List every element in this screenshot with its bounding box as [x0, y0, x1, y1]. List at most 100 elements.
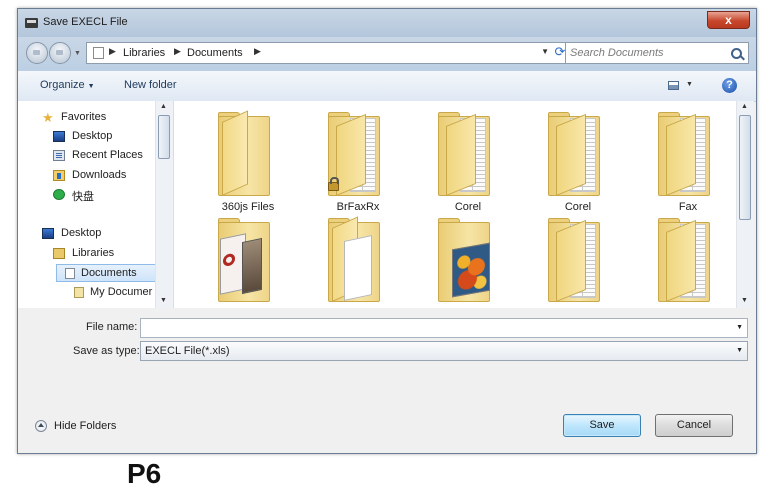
save-dialog: Save EXECL File x ▼ ▶ Libraries ▶ Docume…: [17, 8, 757, 454]
downloads-icon: [53, 170, 65, 181]
nav-item-recent-places[interactable]: Recent Places: [18, 147, 158, 165]
desktop-icon: [42, 228, 54, 239]
file-name: Corel: [454, 201, 482, 213]
forward-button[interactable]: [49, 42, 71, 64]
app-icon: [25, 18, 38, 28]
file-tile[interactable]: 360js Files: [200, 107, 296, 213]
file-tile[interactable]: Corel: [530, 107, 626, 213]
scroll-up-icon[interactable]: ▲: [160, 103, 167, 110]
file-tile[interactable]: [530, 213, 626, 308]
nav-label: My Documer: [90, 286, 153, 298]
chevron-right-icon[interactable]: ▶: [109, 46, 116, 57]
recent-pages-dropdown[interactable]: ▼: [74, 50, 81, 57]
file-tile[interactable]: BrFaxRx: [310, 107, 406, 213]
folder-with-documents-icon: [328, 216, 384, 302]
hide-folders-label: Hide Folders: [54, 420, 117, 432]
window-title: Save EXECL File: [43, 16, 128, 28]
nav-label: Desktop: [61, 227, 102, 239]
lock-icon: [328, 177, 339, 191]
file-tile[interactable]: Fax: [640, 107, 736, 213]
breadcrumb[interactable]: ▶ Libraries ▶ Documents ▶ ▼ ⟳: [86, 42, 572, 64]
collapse-icon: [35, 420, 47, 432]
nav-label: Downloads: [72, 169, 127, 181]
my-documents-icon: [74, 287, 84, 298]
title-bar: Save EXECL File x: [18, 9, 756, 37]
scroll-up-icon[interactable]: ▲: [741, 103, 748, 110]
save-as-type-value: EXECL File(*.xls): [145, 345, 230, 357]
file-tile[interactable]: Corel: [420, 107, 516, 213]
file-list: 360js Files BrFaxRx Corel Corel Fax: [174, 101, 736, 308]
nav-item-downloads[interactable]: Downloads: [18, 167, 158, 185]
search-icon[interactable]: [731, 48, 742, 59]
folder-icon: [658, 218, 714, 302]
address-dropdown[interactable]: ▼: [541, 47, 549, 56]
file-list-scrollbar[interactable]: ▲ ▼: [736, 101, 754, 308]
folder-icon: [218, 110, 274, 196]
nav-label: Desktop: [72, 130, 113, 142]
nav-label: Libraries: [72, 247, 115, 259]
folder-with-photo-icon: [438, 218, 494, 302]
organize-label: Organize: [40, 79, 85, 91]
view-options-icon[interactable]: [668, 81, 679, 90]
nav-item-libraries[interactable]: Libraries: [18, 245, 158, 263]
view-dropdown-icon[interactable]: ▼: [686, 81, 693, 88]
folder-with-pictures-icon: [218, 218, 274, 302]
search-input[interactable]: [570, 45, 720, 61]
chevron-down-icon[interactable]: ▼: [736, 324, 743, 331]
chevron-down-icon: ▼: [87, 83, 95, 90]
chevron-right-icon[interactable]: ▶: [254, 46, 261, 57]
scroll-down-icon[interactable]: ▼: [741, 297, 748, 304]
folder-icon: [438, 112, 494, 196]
nav-item-desktop[interactable]: Desktop: [18, 128, 158, 146]
file-name-label: File name:: [86, 321, 138, 333]
chevron-down-icon[interactable]: ▼: [736, 347, 743, 354]
search-box[interactable]: [565, 42, 749, 64]
file-name-field[interactable]: ▼: [140, 318, 748, 338]
save-as-type-label: Save as type:: [73, 345, 140, 357]
folder-icon: [548, 112, 604, 196]
locked-folder-icon: [328, 112, 384, 196]
file-name: BrFaxRx: [336, 201, 380, 213]
file-name: 360js Files: [221, 201, 275, 213]
new-folder-button[interactable]: New folder: [124, 79, 177, 91]
file-tile[interactable]: [640, 213, 736, 308]
desktop-icon: [53, 131, 65, 142]
cancel-button[interactable]: Cancel: [655, 414, 733, 437]
nav-item-favorites[interactable]: ★ Favorites: [18, 109, 158, 127]
nav-label: 快盘: [72, 191, 94, 203]
folder-path-icon: [93, 47, 104, 59]
back-button[interactable]: [26, 42, 48, 64]
file-tile[interactable]: [200, 213, 296, 308]
close-button[interactable]: x: [707, 11, 750, 29]
scroll-thumb[interactable]: [739, 115, 751, 220]
kuaipan-icon: [53, 189, 65, 200]
organize-button[interactable]: Organize ▼: [40, 79, 95, 91]
breadcrumb-libraries[interactable]: Libraries: [123, 47, 165, 59]
folder-icon: [548, 218, 604, 302]
address-bar: ▼ ▶ Libraries ▶ Documents ▶ ▼ ⟳: [18, 37, 756, 71]
folder-icon: [658, 112, 714, 196]
figure-caption: P6: [127, 458, 162, 489]
star-icon: ★: [42, 110, 54, 125]
help-icon[interactable]: ?: [722, 78, 737, 93]
scroll-down-icon[interactable]: ▼: [160, 297, 167, 304]
file-tile[interactable]: [310, 213, 406, 308]
nav-item-desktop-root[interactable]: Desktop: [18, 225, 158, 243]
chevron-right-icon[interactable]: ▶: [174, 46, 181, 57]
file-name-input[interactable]: [144, 321, 724, 335]
nav-label: Documents: [81, 267, 137, 279]
nav-item-documents[interactable]: Documents: [56, 264, 156, 282]
save-button[interactable]: Save: [563, 414, 641, 437]
nav-item-my-documents[interactable]: My Documer: [18, 284, 158, 302]
nav-item-kuaipan[interactable]: 快盘: [18, 186, 158, 204]
libraries-icon: [53, 248, 65, 259]
scroll-thumb[interactable]: [158, 115, 170, 159]
navigation-pane: ★ Favorites Desktop Recent Places Downlo…: [18, 101, 174, 308]
breadcrumb-documents[interactable]: Documents: [187, 47, 243, 59]
document-icon: [65, 268, 75, 279]
nav-label: Favorites: [61, 111, 107, 123]
save-as-type-select[interactable]: EXECL File(*.xls) ▼: [140, 341, 748, 361]
nav-label: Recent Places: [72, 149, 143, 161]
nav-scrollbar[interactable]: ▲ ▼: [155, 101, 173, 308]
file-tile[interactable]: [420, 213, 516, 308]
